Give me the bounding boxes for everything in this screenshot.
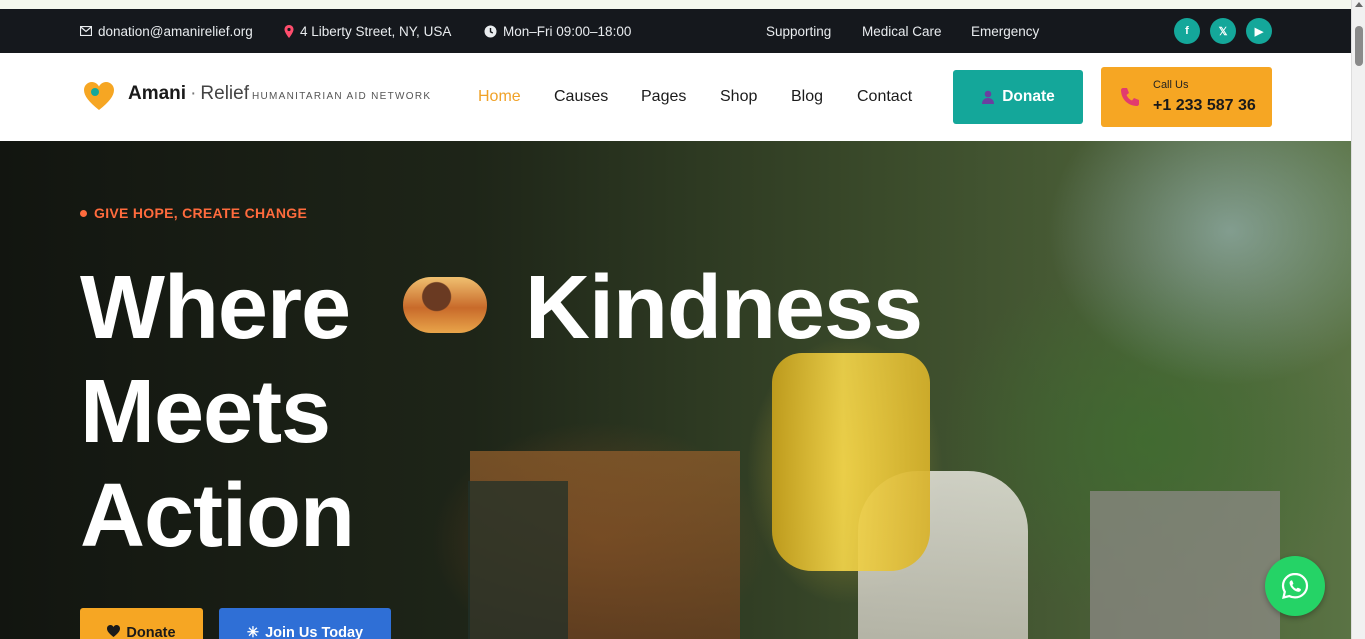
hours-text: Mon–Fri 09:00–18:00 <box>503 23 632 39</box>
call-us-button[interactable]: Call Us +1 233 587 36 <box>1101 67 1272 127</box>
brand-separator: · <box>190 83 197 104</box>
mail-icon <box>80 26 92 36</box>
whatsapp-icon <box>1281 572 1309 599</box>
toplink-emergency[interactable]: Emergency <box>971 9 1039 53</box>
hero-kicker-text: GIVE HOPE, CREATE CHANGE <box>94 205 308 221</box>
hero-join-label: Join Us Today <box>265 625 364 639</box>
location-pin-icon <box>284 24 294 38</box>
hero-line-1b: Kindness <box>525 258 923 358</box>
hero-donate-label: Donate <box>126 625 176 639</box>
background-door-shape <box>468 481 568 639</box>
hero-section: GIVE HOPE, CREATE CHANGE Where Kindness … <box>0 141 1351 639</box>
phone-icon <box>1121 88 1139 106</box>
nav-causes[interactable]: Causes <box>554 53 608 141</box>
background-wall-shape <box>1090 491 1280 639</box>
main-header: Amani · Relief HUMANITARIAN AID NETWORK Hom… <box>0 53 1351 141</box>
nav-pages[interactable]: Pages <box>641 53 686 141</box>
top-stripe <box>0 0 1351 9</box>
brand-tagline: HUMANITARIAN AID NETWORK <box>251 91 432 102</box>
page-scrollbar[interactable] <box>1351 0 1365 639</box>
whatsapp-button[interactable] <box>1265 556 1325 616</box>
sparkle-icon: ✳ <box>246 625 260 639</box>
heart-icon <box>107 625 121 637</box>
header-donate-button[interactable]: Donate <box>953 70 1083 124</box>
nav-contact[interactable]: Contact <box>857 53 912 141</box>
nav-home[interactable]: Home <box>478 53 521 141</box>
hours-contact: Mon–Fri 09:00–18:00 <box>484 9 631 53</box>
address-text: 4 Liberty Street, NY, USA <box>300 23 452 39</box>
toplink-medical-care[interactable]: Medical Care <box>862 9 942 53</box>
email-text: donation@amanirelief.org <box>98 23 253 39</box>
hero-inline-photo <box>403 277 487 333</box>
clock-icon <box>484 25 497 37</box>
hero-line-2: Meets <box>80 362 331 462</box>
toplink-supporting[interactable]: Supporting <box>766 9 831 53</box>
youtube-icon[interactable]: ▶ <box>1246 18 1272 44</box>
brand-name: Amani <box>128 83 187 104</box>
hero-line-1a: Where <box>80 258 351 358</box>
call-us-number: +1 233 587 36 <box>1153 97 1256 114</box>
x-icon[interactable]: 𝕏 <box>1210 18 1236 44</box>
scroll-up-arrow-icon[interactable] <box>1355 2 1363 7</box>
kicker-dot-icon <box>80 209 87 217</box>
hero-kicker: GIVE HOPE, CREATE CHANGE <box>80 205 307 221</box>
hero-join-button[interactable]: ✳ Join Us Today <box>219 608 391 639</box>
facebook-icon[interactable]: f <box>1174 18 1200 44</box>
hero-line-3: Action <box>80 466 355 566</box>
user-icon <box>982 90 995 104</box>
nav-blog[interactable]: Blog <box>791 53 823 141</box>
brand-sub: Relief <box>200 83 249 104</box>
header-donate-label: Donate <box>1002 88 1055 105</box>
brand-logo[interactable]: Amani · Relief HUMANITARIAN AID NETWORK <box>128 83 431 105</box>
hero-donate-button[interactable]: Donate <box>80 608 203 639</box>
heart-logo-icon[interactable] <box>83 81 115 113</box>
address-contact: 4 Liberty Street, NY, USA <box>284 9 451 53</box>
nav-shop[interactable]: Shop <box>720 53 757 141</box>
scrollbar-thumb[interactable] <box>1355 26 1363 66</box>
background-water-jug-shape <box>772 353 930 571</box>
call-us-label: Call Us <box>1153 79 1189 91</box>
email-contact[interactable]: donation@amanirelief.org <box>80 9 253 53</box>
top-info-bar: donation@amanirelief.org 4 Liberty Stree… <box>0 9 1351 53</box>
